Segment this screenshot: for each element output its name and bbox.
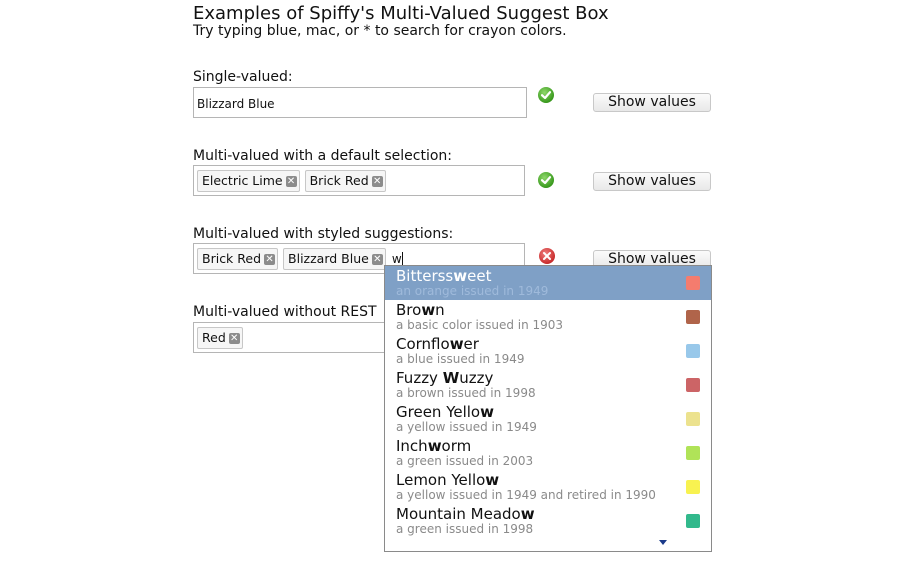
- suggestion-description: a yellow issued in 1949 and retired in 1…: [396, 488, 656, 502]
- remove-tag-icon[interactable]: ✕: [285, 175, 297, 187]
- single-valued-input[interactable]: Blizzard Blue: [193, 87, 527, 118]
- multi-default-label: Multi-valued with a default selection:: [193, 148, 453, 164]
- color-swatch: [686, 344, 700, 358]
- suggestion-item[interactable]: Green Yellow a yellow issued in 1949: [385, 402, 711, 436]
- suggestion-item[interactable]: Brown a basic color issued in 1903: [385, 300, 711, 334]
- multi-styled-label: Multi-valued with styled suggestions:: [193, 226, 454, 242]
- color-swatch: [686, 514, 700, 528]
- color-swatch: [686, 310, 700, 324]
- suggestion-name: Lemon Yellow: [396, 471, 500, 489]
- multi-default-input[interactable]: Electric Lime ✕ Brick Red ✕: [193, 165, 525, 196]
- suggestion-name: Cornflower: [396, 335, 479, 353]
- typed-query[interactable]: w: [392, 252, 402, 266]
- tag-label: Brick Red: [202, 251, 262, 266]
- invalid-x-icon: [539, 248, 555, 264]
- remove-tag-icon[interactable]: ✕: [371, 175, 383, 187]
- tag-label: Electric Lime: [202, 173, 283, 188]
- suggestion-description: a blue issued in 1949: [396, 352, 525, 366]
- suggestion-description: a yellow issued in 1949: [396, 420, 537, 434]
- suggestion-name: Green Yellow: [396, 403, 494, 421]
- tag-label: Red: [202, 330, 226, 345]
- tag-chip: Electric Lime ✕: [197, 170, 300, 192]
- show-values-button-2[interactable]: Show values: [593, 172, 711, 191]
- tag-label: Blizzard Blue: [288, 251, 369, 266]
- suggestion-description: a brown issued in 1998: [396, 386, 536, 400]
- suggestion-name: Brown: [396, 301, 445, 319]
- suggestion-description: a green issued in 1998: [396, 522, 534, 536]
- suggestion-item[interactable]: Bitterssweet an orange issued in 1949: [385, 266, 711, 300]
- suggestion-item[interactable]: Lemon Yellow a yellow issued in 1949 and …: [385, 470, 711, 504]
- tag-chip: Brick Red ✕: [304, 170, 386, 192]
- suggestion-description: a basic color issued in 1903: [396, 318, 564, 332]
- color-swatch: [686, 378, 700, 392]
- page: Examples of Spiffy's Multi-Valued Sugges…: [0, 0, 920, 570]
- suggestion-name: Mountain Meadow: [396, 505, 535, 523]
- remove-tag-icon[interactable]: ✕: [264, 253, 276, 265]
- suggestion-description: an orange issued in 1949: [396, 284, 549, 298]
- tag-chip: Blizzard Blue ✕: [283, 248, 386, 270]
- single-valued-value: Blizzard Blue: [197, 97, 275, 111]
- color-swatch: [686, 412, 700, 426]
- suggestion-item[interactable]: Inchworm a green issued in 2003: [385, 436, 711, 470]
- suggestion-dropdown[interactable]: Bitterssweet an orange issued in 1949 Brow…: [384, 265, 712, 552]
- color-swatch: [686, 276, 700, 290]
- remove-tag-icon[interactable]: ✕: [228, 332, 240, 344]
- suggestion-name: Fuzzy Wuzzy: [396, 369, 494, 387]
- remove-tag-icon[interactable]: ✕: [371, 253, 383, 265]
- text-caret: [401, 252, 403, 266]
- multi-no-rest-label: Multi-valued without REST: [193, 304, 377, 320]
- valid-check-icon: [538, 87, 554, 103]
- suggestion-item[interactable]: Fuzzy Wuzzy a brown issued in 1998: [385, 368, 711, 402]
- suggestion-name: Bitterssweet: [396, 267, 492, 285]
- suggestion-description: a green issued in 2003: [396, 454, 534, 468]
- scroll-down-icon[interactable]: [659, 540, 667, 546]
- page-subtitle: Try typing blue, mac, or * to search for…: [193, 23, 567, 39]
- show-values-button-1[interactable]: Show values: [593, 93, 711, 112]
- tag-chip: Red ✕: [197, 327, 243, 349]
- valid-check-icon: [538, 172, 554, 188]
- suggestion-name: Inchworm: [396, 437, 472, 455]
- tag-label: Brick Red: [309, 173, 369, 188]
- tag-chip: Brick Red ✕: [197, 248, 279, 270]
- suggestion-item[interactable]: Cornflower a blue issued in 1949: [385, 334, 711, 368]
- color-swatch: [686, 446, 700, 460]
- suggestion-item[interactable]: Mountain Meadow a green issued in 1998: [385, 504, 711, 538]
- color-swatch: [686, 480, 700, 494]
- single-valued-label: Single-valued:: [193, 69, 293, 85]
